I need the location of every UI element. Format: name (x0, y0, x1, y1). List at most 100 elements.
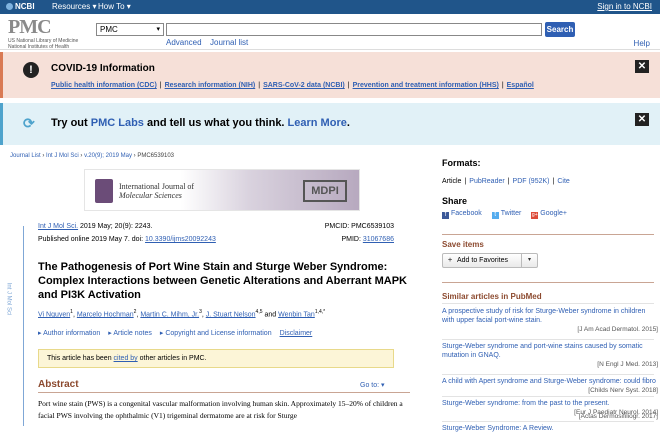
breadcrumb-current: PMC6539103 (137, 153, 175, 159)
share-googleplus[interactable]: g+ Google+ (531, 210, 567, 219)
howto-menu[interactable]: How To ▾ (98, 2, 131, 11)
breadcrumb-journal[interactable]: Int J Mol Sci (46, 153, 79, 159)
breadcrumb: Journal List › Int J Mol Sci › v.20(9); … (10, 153, 175, 159)
journal-logo-icon (95, 179, 113, 203)
cited-by-link[interactable]: cited by (114, 355, 138, 362)
pmc-header: PMC US National Library of Medicine Nati… (0, 14, 660, 50)
share-twitter[interactable]: t Twitter (491, 210, 521, 219)
journal-link[interactable]: Int J Mol Sci. (38, 223, 78, 230)
alert-icon: ! (23, 62, 39, 78)
similar-article-item[interactable]: Sturge-Weber syndrome and port-wine stai… (442, 342, 658, 369)
divider (442, 374, 654, 375)
article-title: The Pathogenesis of Port Wine Stain and … (38, 261, 407, 301)
format-article: Article (442, 178, 462, 185)
similar-article-source: [Actas Dermosifiliogr. 2017] (578, 413, 658, 420)
share-heading: Share (442, 196, 468, 206)
divider (442, 282, 654, 283)
divider (38, 392, 410, 393)
close-icon[interactable]: ✕ (635, 60, 649, 73)
article-info-links: ▸ Author information ▸ Article notes ▸ Cop… (38, 329, 312, 337)
chevron-down-icon: ▾ (156, 26, 160, 33)
ncbi-top-bar: NCBI Resources ▾ How To ▾ Sign in to NCB… (0, 0, 660, 14)
pmc-labs-link[interactable]: PMC Labs (91, 117, 144, 129)
refresh-icon: ⟳ (23, 115, 35, 131)
formats-heading: Formats: (442, 158, 481, 168)
doi-link[interactable]: 10.3390/ijms20092243 (145, 236, 216, 243)
resources-menu[interactable]: Resources ▾ (52, 2, 97, 11)
divider (442, 303, 654, 304)
help-link[interactable]: Help (634, 39, 650, 48)
format-pubreader[interactable]: PubReader (469, 178, 504, 185)
goto-menu[interactable]: Go to: ▾ (360, 381, 385, 389)
pmc-logo-subtitle: US National Library of Medicine National… (8, 38, 79, 50)
covid-links: Public health information (CDC) | Research… (51, 82, 534, 89)
covid-link-nih[interactable]: Research information (NIH) (165, 82, 256, 89)
labs-message: Try out PMC Labs and tell us what you th… (51, 117, 350, 129)
cited-by-notice: This article has been cited by other art… (38, 349, 394, 368)
covid-title: COVID-19 Information (51, 63, 155, 74)
search-button[interactable]: Search (545, 22, 575, 37)
format-cite[interactable]: Cite (557, 178, 569, 185)
pmc-logo[interactable]: PMC (8, 16, 52, 39)
breadcrumb-journal-list[interactable]: Journal List (10, 153, 41, 159)
covid-link-hhs[interactable]: Prevention and treatment information (HH… (353, 82, 499, 89)
author-link[interactable]: Marcelo Hochman (77, 311, 134, 318)
article-notes-link[interactable]: ▸ Article notes (108, 330, 152, 337)
share-facebook[interactable]: f Facebook (442, 210, 482, 219)
ncbi-logo[interactable]: NCBI (6, 2, 35, 11)
plus-icon: + (447, 257, 453, 264)
divider (442, 396, 654, 397)
author-link[interactable]: J. Stuart Nelson (206, 311, 256, 318)
learn-more-link[interactable]: Learn More (288, 117, 347, 129)
similar-articles-heading: Similar articles in PubMed (442, 292, 542, 301)
googleplus-icon: g+ (531, 212, 539, 219)
twitter-icon: t (491, 212, 499, 219)
format-pdf[interactable]: PDF (952K) (513, 178, 550, 185)
abstract-heading: Abstract (38, 379, 79, 390)
add-to-favorites-button[interactable]: + Add to Favorites ▾ (442, 253, 538, 268)
advanced-search-link[interactable]: Advanced (166, 38, 202, 47)
pmid: PMID: 31067686 (341, 236, 394, 243)
save-items-heading: Save items (442, 240, 484, 249)
share-list: f Facebook t Twitter g+ Google+ (442, 210, 575, 219)
disclaimer-link[interactable]: Disclaimer (280, 330, 313, 337)
similar-article-item[interactable]: A prospective study of risk for Sturge-W… (442, 307, 658, 334)
breadcrumb-issue[interactable]: v.20(9); 2019 May (84, 153, 132, 159)
covid-link-espanol[interactable]: Español (507, 82, 534, 89)
divider (442, 339, 654, 340)
signin-link[interactable]: Sign in to NCBI (597, 2, 652, 11)
facebook-icon: f (442, 212, 449, 219)
journal-name: International Journal of Molecular Scienc… (119, 182, 195, 200)
search-input[interactable] (166, 23, 542, 36)
author-link[interactable]: Vi Nguyen (38, 311, 70, 318)
abstract-text: Port wine stain (PWS) is a congenital va… (38, 399, 403, 420)
chevron-down-icon: ▾ (126, 2, 131, 11)
published-line: Published online 2019 May 7. doi: 10.339… (38, 236, 216, 243)
author-link[interactable]: Martin C. Mihm, Jr. (140, 311, 199, 318)
ncbi-logo-icon (6, 3, 13, 10)
citation-line: Int J Mol Sci. 2019 May; 20(9): 2243. (38, 223, 153, 230)
similar-article-item[interactable]: A child with Apert syndrome and Sturge-W… (442, 377, 658, 395)
pmc-labs-banner: ⟳ Try out PMC Labs and tell us what you … (0, 103, 660, 145)
journal-side-tab[interactable]: Int J Mol Sci (5, 226, 24, 426)
divider (442, 234, 654, 235)
pmcid: PMCID: PMC6539103 (324, 223, 394, 230)
divider (442, 421, 654, 422)
similar-article-item[interactable]: Sturge-Weber Syndrome: A Review. (442, 424, 658, 436)
close-icon[interactable]: ✕ (635, 113, 649, 126)
journal-banner[interactable]: International Journal of Molecular Scienc… (84, 169, 360, 211)
journal-list-link[interactable]: Journal list (210, 38, 248, 47)
author-list: Vi Nguyen1, Marcelo Hochman2, Martin C. … (38, 309, 326, 319)
author-link[interactable]: Wenbin Tan (278, 311, 315, 318)
chevron-down-icon: ▾ (92, 2, 97, 11)
covid-link-ncbi[interactable]: SARS-CoV-2 data (NCBI) (263, 82, 345, 89)
publisher-logo: MDPI (303, 180, 347, 202)
author-information-link[interactable]: ▸ Author information (38, 330, 100, 337)
covid-banner: ! COVID-19 Information Public health inf… (0, 52, 660, 98)
pmid-link[interactable]: 31067686 (363, 236, 394, 243)
copyright-link[interactable]: ▸ Copyright and License information (160, 330, 272, 337)
chevron-down-icon[interactable]: ▾ (521, 254, 537, 267)
chevron-down-icon: ▾ (381, 382, 385, 389)
covid-link-cdc[interactable]: Public health information (CDC) (51, 82, 157, 89)
database-select[interactable]: PMC ▾ (96, 23, 164, 36)
